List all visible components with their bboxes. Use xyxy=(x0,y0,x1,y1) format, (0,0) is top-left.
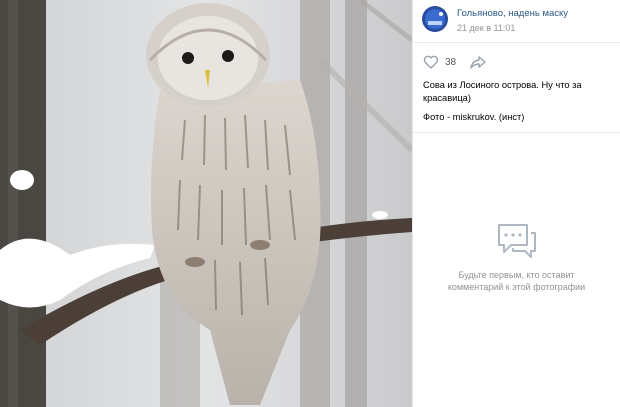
caption-text: Сова из Лосиного острова. Ну что за крас… xyxy=(423,80,582,103)
avatar-image xyxy=(422,6,448,32)
like-button[interactable]: 38 xyxy=(423,55,456,69)
comments-section: Будьте первым, кто оставит комментарий к… xyxy=(413,132,620,407)
empty-comments-message: Будьте первым, кто оставит комментарий к… xyxy=(447,270,586,292)
photo-credit: Фото - miskrukov. (инст) xyxy=(423,112,525,122)
post-header: Гольяново, надень маску 21 дек в 11:01 xyxy=(413,0,620,43)
community-avatar[interactable] xyxy=(422,6,448,32)
like-count: 38 xyxy=(445,56,457,68)
post-caption: Сова из Лосиного острова. Ну что за крас… xyxy=(413,69,620,124)
owl-photo-image xyxy=(0,0,412,407)
share-arrow-icon xyxy=(470,56,486,69)
post-date[interactable]: 21 дек в 11:01 xyxy=(457,22,568,34)
comments-bubble-icon xyxy=(497,224,536,258)
post-sidebar: Гольяново, надень маску 21 дек в 11:01 3… xyxy=(412,0,620,407)
heart-icon xyxy=(423,55,439,69)
photo-viewer: Гольяново, надень маску 21 дек в 11:01 3… xyxy=(0,0,620,407)
owl-photo[interactable] xyxy=(0,0,412,407)
post-actions: 38 xyxy=(413,43,620,69)
post-author-link[interactable]: Гольяново, надень маску xyxy=(457,8,568,20)
share-button[interactable] xyxy=(470,55,486,69)
